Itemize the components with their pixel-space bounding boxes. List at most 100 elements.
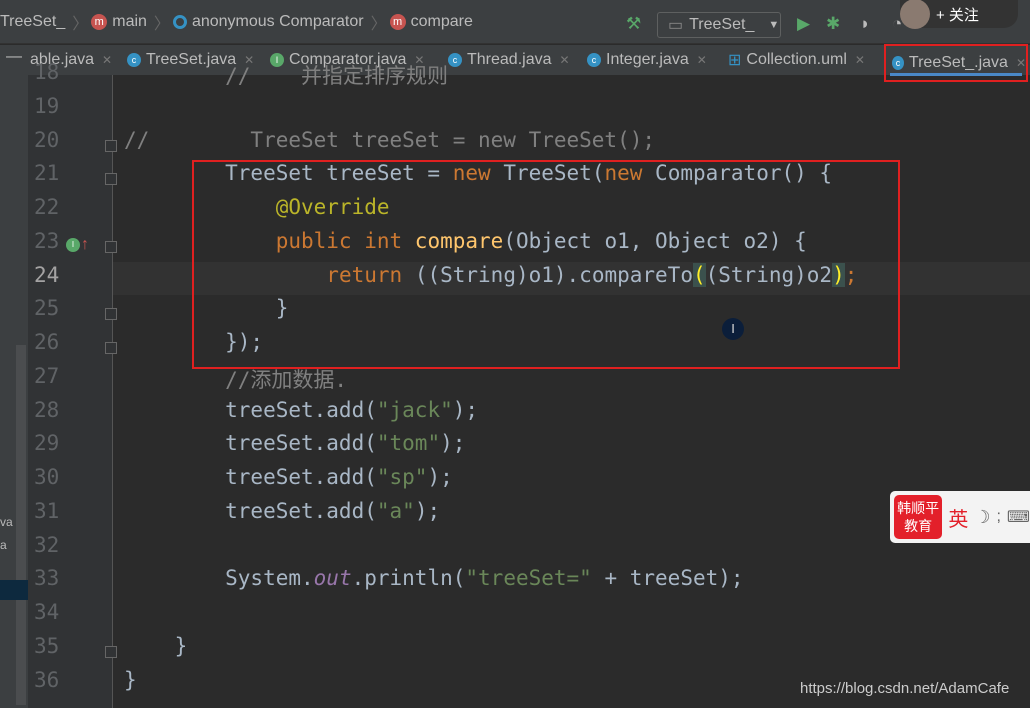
- code-token: + treeSet);: [591, 566, 744, 591]
- close-icon[interactable]: ✕: [855, 53, 865, 67]
- code-token: "sp": [376, 465, 428, 489]
- code-line[interactable]: }: [124, 668, 137, 692]
- text-cursor-icon: I: [722, 318, 744, 340]
- keyboard-icon[interactable]: ⌨: [1007, 507, 1030, 527]
- code-line[interactable]: // TreeSet treeSet = new TreeSet();: [124, 128, 655, 152]
- code-token: //添加数据.: [124, 367, 348, 392]
- breadcrumb-label: compare: [410, 12, 473, 30]
- fold-marker-icon[interactable]: [105, 173, 117, 186]
- code-line[interactable]: // 并指定排序规则: [124, 60, 448, 90]
- config-icon: ▭: [668, 17, 684, 34]
- debug-icon[interactable]: ✱: [826, 14, 840, 34]
- code-token: "a": [376, 498, 415, 523]
- line-number: 23: [34, 228, 60, 253]
- close-icon[interactable]: ✕: [1016, 56, 1026, 70]
- fold-marker-icon[interactable]: [105, 240, 117, 253]
- line-number: 24: [34, 262, 60, 287]
- run-config-label: TreeSet_: [689, 16, 755, 33]
- breadcrumb-method-main[interactable]: m main: [91, 13, 147, 31]
- breadcrumb-separator: 〉: [72, 15, 89, 33]
- implements-icon: I: [66, 238, 80, 252]
- code-token: // TreeSet treeSet = new TreeSet();: [124, 127, 656, 152]
- breadcrumb-method-compare[interactable]: m compare: [389, 12, 473, 31]
- code-token: );: [452, 397, 479, 422]
- code-token: .println(: [351, 566, 466, 591]
- code-token: System.: [124, 566, 314, 591]
- implements-marker[interactable]: I ↑: [66, 236, 89, 254]
- line-number: 21: [34, 161, 60, 186]
- minimize-icon[interactable]: —: [6, 48, 22, 66]
- punctuation-icon[interactable]: ;: [996, 508, 1000, 526]
- project-item[interactable]: a: [0, 538, 7, 552]
- line-number: 27: [34, 363, 60, 388]
- arrow-up-icon: ↑: [81, 236, 89, 253]
- gutter-divider: [112, 75, 113, 708]
- tab-label: Thread.java: [467, 51, 552, 68]
- line-number: 20: [34, 127, 60, 152]
- tab-label: TreeSet_.java: [908, 54, 1008, 71]
- input-method-bar[interactable]: 韩顺平 教育 英 ☽ ; ⌨: [890, 491, 1030, 543]
- code-line[interactable]: treeSet.add("tom");: [124, 431, 465, 455]
- line-number: 19: [34, 93, 60, 118]
- line-number: 22: [34, 195, 60, 219]
- tab-label: Collection.uml: [746, 51, 847, 68]
- tab-integer-java[interactable]: c Integer.java ✕: [587, 45, 707, 75]
- fold-marker-icon[interactable]: [105, 342, 117, 354]
- follow-button[interactable]: + 关注: [900, 0, 1018, 29]
- build-hammer-icon[interactable]: ⚒: [626, 14, 641, 34]
- code-line[interactable]: treeSet.add("jack");: [124, 398, 478, 422]
- coverage-icon[interactable]: ◗: [860, 14, 870, 34]
- code-token: );: [427, 465, 453, 489]
- code-line[interactable]: System.out.println("treeSet=" + treeSet)…: [124, 566, 744, 591]
- breadcrumb-file[interactable]: TreeSet_: [0, 13, 65, 31]
- fold-marker-icon[interactable]: [105, 645, 117, 658]
- tab-treeset-underscore-java[interactable]: c TreeSet_.java ✕: [884, 44, 1028, 82]
- chevron-down-icon: ▼: [768, 19, 780, 31]
- close-icon[interactable]: ✕: [102, 53, 112, 67]
- tab-thread-java[interactable]: c Thread.java ✕: [448, 45, 570, 75]
- code-token: treeSet.add(: [124, 397, 377, 422]
- code-line[interactable]: treeSet.add("sp");: [124, 465, 453, 489]
- line-number: 35: [34, 633, 60, 658]
- breadcrumb-anonymous-class[interactable]: anonymous Comparator: [172, 13, 364, 31]
- run-icon[interactable]: ▶: [797, 14, 810, 34]
- project-panel: va a: [0, 75, 28, 708]
- close-icon[interactable]: ✕: [560, 53, 570, 67]
- anonymous-class-icon: [172, 14, 187, 29]
- scrollbar[interactable]: [16, 345, 26, 705]
- fold-marker-icon[interactable]: [105, 139, 117, 152]
- code-line[interactable]: treeSet.add("a");: [124, 499, 440, 523]
- line-number: 33: [34, 566, 60, 591]
- breadcrumb-separator: 〉: [370, 15, 387, 33]
- project-item[interactable]: va: [0, 515, 13, 529]
- line-number: 25: [34, 296, 60, 321]
- code-line[interactable]: }: [124, 634, 188, 658]
- fold-marker-icon[interactable]: [105, 308, 117, 321]
- class-icon: c: [448, 53, 462, 67]
- code-token: // 并指定排序规则: [124, 64, 449, 88]
- code-token: }: [124, 667, 137, 692]
- method-icon: m: [91, 13, 108, 30]
- line-number: 36: [34, 667, 60, 692]
- ime-logo: 韩顺平 教育: [894, 495, 943, 539]
- code-token: treeSet.add(: [124, 431, 377, 456]
- watermark: https://blog.csdn.net/AdamCafe: [800, 680, 1010, 697]
- code-token: "tom": [376, 431, 441, 456]
- moon-icon[interactable]: ☽: [974, 507, 990, 528]
- follow-label: + 关注: [936, 6, 979, 24]
- code-token: treeSet.add(: [124, 498, 377, 523]
- tab-collection-uml[interactable]: ⊞ Collection.uml ✕: [728, 45, 865, 75]
- uml-icon: ⊞: [728, 52, 742, 69]
- code-token: );: [414, 498, 441, 523]
- run-configuration-select[interactable]: ▭ TreeSet_ ▼: [657, 12, 781, 38]
- method-icon: m: [389, 13, 406, 30]
- line-number: 31: [34, 498, 60, 523]
- breadcrumb-separator: 〉: [153, 15, 170, 33]
- line-number: 18: [34, 60, 60, 84]
- close-icon[interactable]: ✕: [697, 53, 707, 67]
- avatar: [900, 0, 930, 29]
- selected-project-item[interactable]: [0, 580, 28, 600]
- line-number: 29: [34, 431, 60, 456]
- class-icon: c: [587, 53, 601, 67]
- ime-language-toggle[interactable]: 英: [948, 503, 968, 532]
